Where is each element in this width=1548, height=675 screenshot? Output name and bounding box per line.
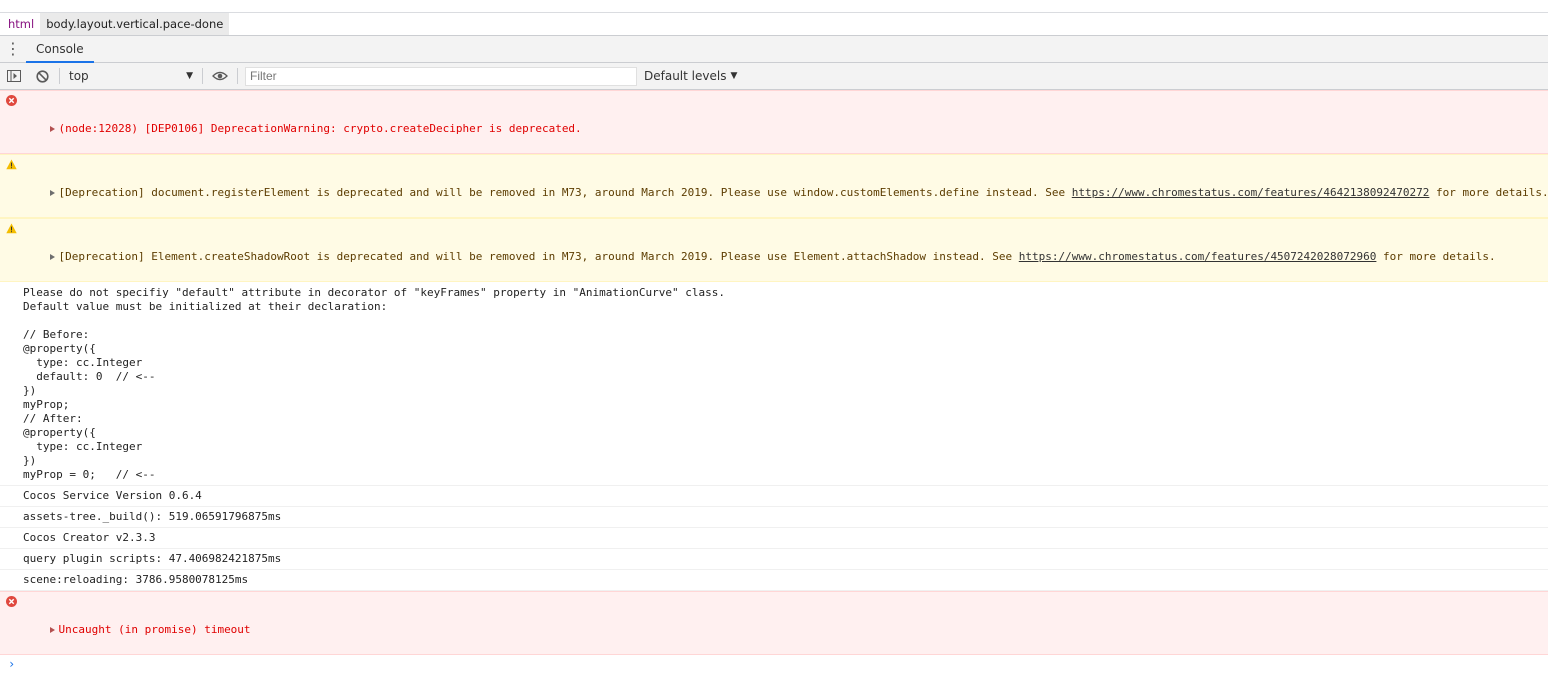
console-warning-message[interactable]: [Deprecation] document.registerElement i… [0, 154, 1548, 218]
expand-triangle-icon[interactable] [49, 126, 55, 132]
filter-input[interactable] [245, 66, 637, 86]
console-error-message[interactable]: Uncaught (in promise) timeout [0, 591, 1548, 655]
console-toolbar: top ▼ Default levels ▼ [0, 63, 1548, 90]
breadcrumb-html[interactable]: html [2, 13, 40, 35]
message-text: [Deprecation] Element.createShadowRoot i… [58, 250, 1019, 263]
warning-icon [6, 159, 17, 170]
tab-console[interactable]: Console [26, 36, 94, 63]
live-expression-button[interactable] [206, 63, 234, 90]
clear-console-button[interactable] [28, 63, 56, 90]
expand-triangle-icon[interactable] [49, 627, 55, 633]
message-text: [Deprecation] document.registerElement i… [58, 186, 1072, 199]
error-icon [6, 596, 17, 607]
toolbar-divider [59, 68, 60, 84]
console-log-message: Cocos Service Version 0.6.4 [0, 486, 1548, 507]
prompt-chevron-icon: › [8, 657, 16, 671]
dropdown-caret-icon: ▼ [186, 71, 193, 81]
message-text: for more details. [1429, 186, 1548, 199]
message-text: Uncaught (in promise) timeout [58, 623, 251, 636]
console-warning-message[interactable]: [Deprecation] Element.createShadowRoot i… [0, 218, 1548, 282]
toolbar-divider [202, 68, 203, 84]
dropdown-caret-icon: ▼ [730, 71, 738, 81]
console-log-message: scene:reloading: 3786.9580078125ms [0, 570, 1548, 591]
chromestatus-link[interactable]: https://www.chromestatus.com/features/45… [1019, 250, 1377, 263]
console-log-message: Cocos Creator v2.3.3 [0, 528, 1548, 549]
sidebar-toggle-icon [7, 70, 21, 82]
console-log-message: query plugin scripts: 47.406982421875ms [0, 549, 1548, 570]
expand-triangle-icon[interactable] [49, 190, 55, 196]
error-icon [6, 95, 17, 106]
drawer-tab-bar: ⋮ Console [0, 36, 1548, 63]
warning-icon [6, 223, 17, 234]
console-messages: (node:12028) [DEP0106] DeprecationWarnin… [0, 90, 1548, 675]
log-levels-label: Default levels [644, 69, 727, 83]
block-icon [35, 69, 49, 83]
chromestatus-link[interactable]: https://www.chromestatus.com/features/46… [1072, 186, 1430, 199]
expand-triangle-icon[interactable] [49, 254, 55, 260]
eye-icon [212, 71, 228, 81]
log-levels-dropdown[interactable]: Default levels ▼ [644, 69, 737, 83]
console-error-message[interactable]: (node:12028) [DEP0106] DeprecationWarnin… [0, 90, 1548, 154]
top-strip [0, 0, 1548, 13]
toolbar-divider [237, 68, 238, 84]
breadcrumb-body[interactable]: body.layout.vertical.pace-done [40, 13, 230, 35]
context-value: top [69, 69, 89, 83]
message-text: (node:12028) [DEP0106] DeprecationWarnin… [58, 122, 582, 135]
console-prompt[interactable]: › [0, 655, 1548, 675]
context-selector[interactable]: top ▼ [63, 69, 199, 83]
breadcrumb: html body.layout.vertical.pace-done [0, 13, 1548, 36]
console-log-message: Please do not specifiy "default" attribu… [0, 282, 1548, 486]
kebab-menu-icon[interactable]: ⋮ [0, 41, 26, 57]
show-sidebar-button[interactable] [0, 63, 28, 90]
message-text: for more details. [1376, 250, 1496, 263]
console-log-message: assets-tree._build(): 519.06591796875ms [0, 507, 1548, 528]
